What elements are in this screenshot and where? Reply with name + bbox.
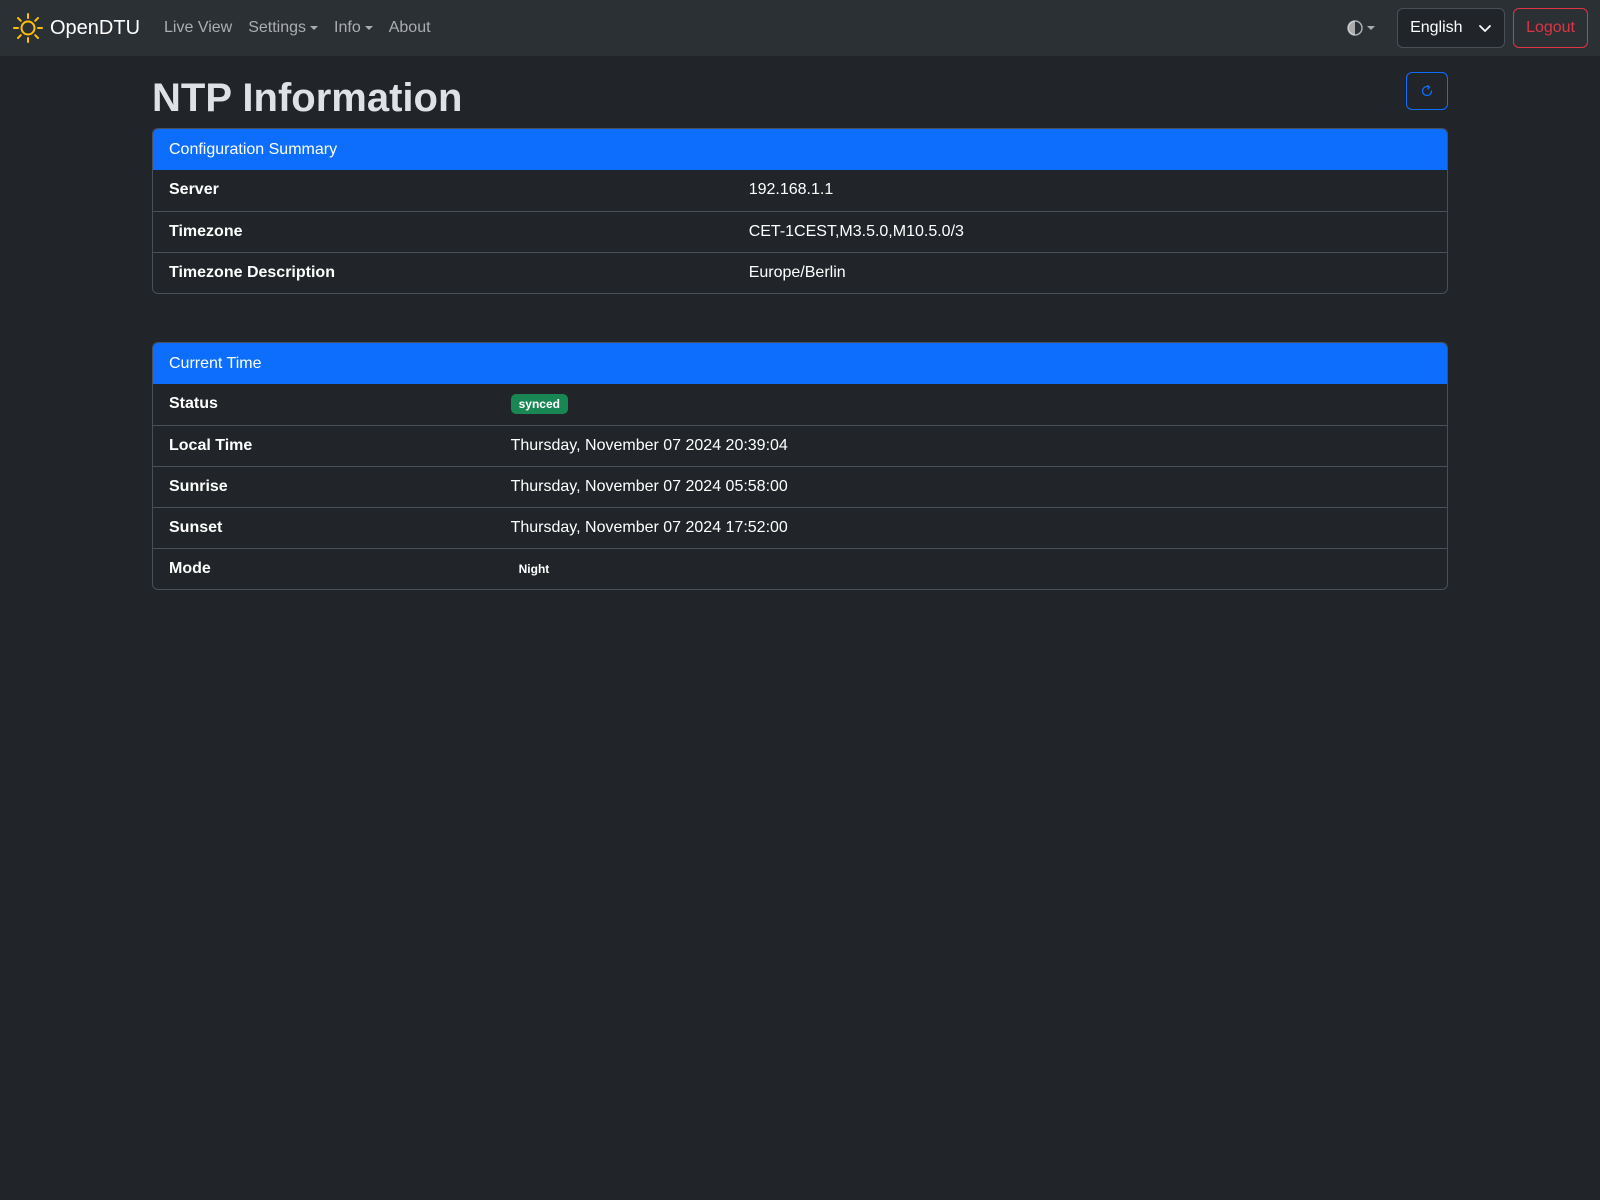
nav-links: Live View Settings Info About [156, 11, 439, 45]
main-content: NTP Information Configuration Summary Se… [152, 56, 1448, 590]
nav-about-label: About [388, 19, 431, 36]
caret-down-icon [364, 26, 373, 30]
nav-about[interactable]: About [381, 11, 439, 45]
caret-down-icon [1367, 26, 1376, 30]
logout-button[interactable]: Logout [1513, 8, 1588, 48]
table-row: Timezone CET-1CEST,M3.5.0,M10.5.0/3 [153, 210, 1447, 252]
table-row: Server 192.168.1.1 [153, 170, 1447, 211]
sunset-value: Thursday, November 07 2024 17:52:00 [494, 506, 1447, 548]
mode-badge: Night [518, 561, 550, 576]
configuration-summary-table: Server 192.168.1.1 Timezone CET-1CEST,M3… [153, 170, 1447, 293]
page-header: NTP Information [152, 72, 1448, 128]
configuration-summary-card: Configuration Summary Server 192.168.1.1… [152, 128, 1448, 294]
sunrise-value: Thursday, November 07 2024 05:58:00 [494, 465, 1447, 507]
current-time-card: Current Time Status synced Local Time Th… [152, 342, 1448, 590]
language-select[interactable]: English [1397, 8, 1506, 48]
nav-settings-label: Settings [248, 19, 307, 36]
sunrise-label: Sunrise [153, 465, 495, 507]
contrast-icon [1347, 20, 1363, 36]
table-row: Local Time Thursday, November 07 2024 20… [153, 424, 1447, 466]
nav-right: English Logout [1339, 8, 1588, 48]
nav-live-view-label: Live View [164, 19, 233, 36]
caret-down-icon [310, 26, 319, 30]
nav-live-view[interactable]: Live View [156, 11, 240, 45]
table-row: Sunset Thursday, November 07 2024 17:52:… [153, 506, 1447, 548]
timezone-label: Timezone [153, 210, 733, 252]
status-label: Status [169, 395, 218, 413]
page-title: NTP Information [152, 76, 463, 120]
nav-info-dropdown[interactable]: Info [326, 11, 381, 45]
language-select-value: English [1410, 19, 1463, 36]
table-row: Mode Night [153, 547, 1447, 589]
local-time-label: Local Time [153, 424, 495, 466]
table-row: Sunrise Thursday, November 07 2024 05:58… [153, 465, 1447, 507]
local-time-value: Thursday, November 07 2024 20:39:04 [494, 424, 1447, 466]
nav-settings-dropdown[interactable]: Settings [240, 11, 326, 45]
server-value: 192.168.1.1 [748, 181, 834, 199]
mode-label: Mode [153, 547, 495, 589]
brand-link[interactable]: OpenDTU [12, 12, 140, 44]
sunset-label: Sunset [153, 506, 495, 548]
table-row: Timezone Description Europe/Berlin [153, 251, 1447, 293]
status-badge: synced [510, 394, 568, 415]
status-cell: synced [495, 384, 1447, 425]
current-time-header: Current Time [153, 343, 1447, 384]
mode-cell: Night [494, 547, 1447, 589]
current-time-table: Status synced Local Time Thursday, Novem… [153, 384, 1447, 589]
refresh-button[interactable] [1406, 72, 1448, 110]
timezone-value: CET-1CEST,M3.5.0,M10.5.0/3 [732, 210, 1447, 252]
refresh-icon [1421, 84, 1433, 97]
timezone-description-label: Timezone Description [153, 251, 733, 293]
table-row: Status synced [153, 384, 1447, 425]
logout-label: Logout [1526, 19, 1575, 36]
theme-toggle[interactable] [1339, 12, 1383, 44]
server-label: Server [169, 181, 219, 199]
navbar: OpenDTU Live View Settings Info About En… [0, 0, 1600, 56]
brand-name: OpenDTU [50, 16, 141, 39]
nav-info-label: Info [334, 19, 361, 36]
sun-icon [13, 13, 43, 43]
timezone-description-value: Europe/Berlin [732, 251, 1447, 293]
configuration-summary-header: Configuration Summary [153, 129, 1447, 170]
chevron-down-icon [1479, 25, 1491, 32]
